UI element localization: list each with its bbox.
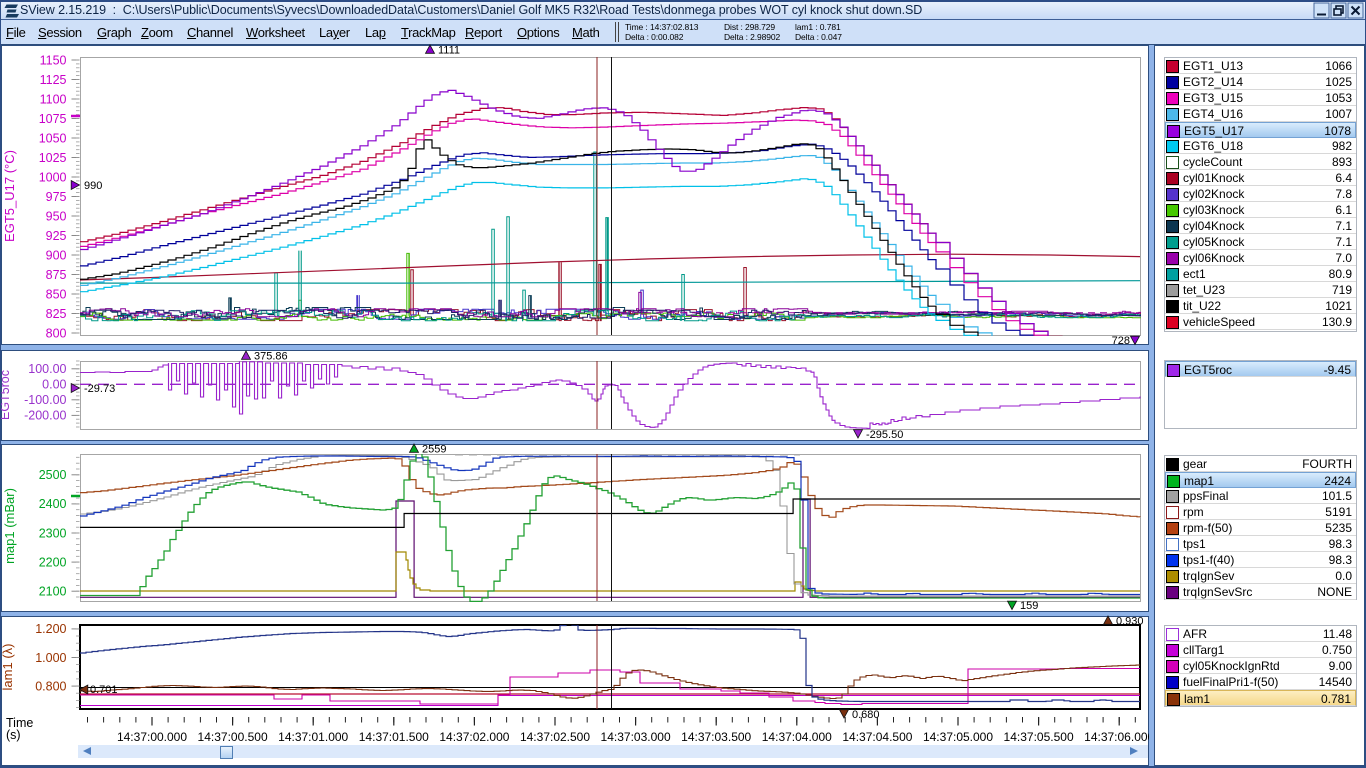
svg-text:850: 850: [46, 287, 67, 301]
svg-text:-100.00: -100.00: [24, 393, 66, 407]
svg-text:0.00: 0.00: [42, 378, 66, 392]
svg-text:EGT5roc: EGT5roc: [0, 370, 12, 420]
svg-text:800: 800: [46, 326, 67, 340]
svg-text:1050: 1050: [39, 131, 67, 145]
svg-text:-295.50: -295.50: [866, 429, 903, 441]
svg-text:2559: 2559: [422, 444, 446, 456]
svg-text:-200.00: -200.00: [24, 409, 66, 423]
svg-text:2400: 2400: [39, 497, 67, 511]
svg-text:2100: 2100: [39, 585, 67, 599]
svg-text:900: 900: [46, 248, 67, 262]
svg-text:map1 (mBar): map1 (mBar): [2, 488, 17, 564]
svg-text:1111: 1111: [438, 45, 460, 57]
svg-text:990: 990: [84, 180, 102, 192]
svg-text:1025: 1025: [39, 151, 67, 165]
svg-text:375.86: 375.86: [254, 351, 288, 363]
svg-text:875: 875: [46, 268, 67, 282]
svg-text:-29.73: -29.73: [84, 383, 115, 395]
svg-text:1150: 1150: [40, 53, 67, 67]
svg-text:2300: 2300: [39, 526, 67, 540]
svg-text:825: 825: [46, 307, 67, 321]
svg-text:100.00: 100.00: [28, 362, 66, 376]
svg-text:EGT5_U17 (°C): EGT5_U17 (°C): [2, 150, 17, 242]
svg-text:2200: 2200: [39, 555, 67, 569]
svg-text:1100: 1100: [40, 92, 67, 106]
svg-text:728: 728: [1112, 335, 1130, 347]
svg-text:159: 159: [1020, 600, 1038, 612]
svg-text:2500: 2500: [39, 468, 67, 482]
svg-text:975: 975: [46, 190, 67, 204]
svg-text:1000: 1000: [39, 170, 67, 184]
svg-text:1075: 1075: [39, 112, 67, 126]
svg-text:1125: 1125: [40, 73, 67, 87]
svg-text:925: 925: [46, 229, 67, 243]
svg-text:950: 950: [46, 209, 67, 223]
